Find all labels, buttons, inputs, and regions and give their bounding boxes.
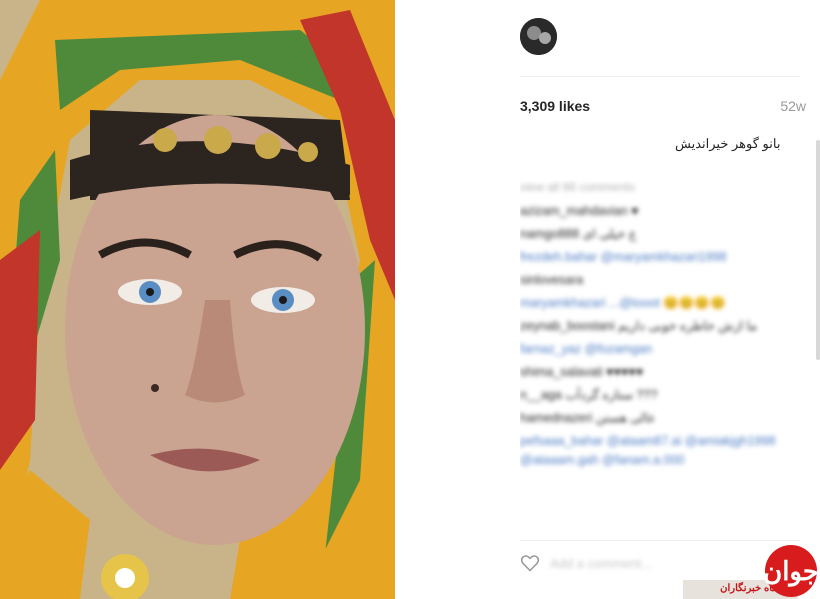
view-all-comments-link[interactable]: view all 86 comments [520,180,790,194]
comment-item: hamednazeri عالی هستن [520,409,790,428]
comment-item: sinlovesara [520,271,790,290]
add-comment-row: Add a comment... [520,553,652,573]
watermark-emblem-text: جوان [763,555,819,586]
likes-count[interactable]: 3,309 likes [520,98,590,114]
watermark-logo: باشگاه خبرنگاران جوان [683,543,820,599]
comment-item: namgo888 ع خیلی ای [520,225,790,244]
comment-text: namgo888 ع خیلی ای [520,227,637,241]
comment-text: zeynab_boostani ما ازش خاطره خوبی داریم [520,319,758,333]
portrait-image [0,0,395,599]
comments-list: view all 86 comments azizam_mahdavian ♥ … [520,180,790,540]
footer-divider [520,540,800,541]
comment-item: frezdeh.bahar @maryamkhazari1998 [520,248,790,267]
comment-item: maryamkhazari ...@tooot 😊😊😊😊 [520,294,790,313]
comment-text[interactable]: frezdeh.bahar @maryamkhazari1998 [520,250,727,264]
avatar[interactable] [520,18,557,55]
comment-text[interactable]: pefsaaa_bahar @ataam87.ai @amiakjgh1998 … [520,434,775,467]
comment-text: azizam_mahdavian ♥ [520,204,639,218]
add-comment-input[interactable]: Add a comment... [550,556,652,571]
comment-item: zeynab_boostani ما ازش خاطره خوبی داریم [520,317,790,336]
comment-item: pefsaaa_bahar @ataam87.ai @amiakjgh1998 … [520,432,790,470]
watermark-emblem: جوان [763,545,819,597]
post-caption: بانو گوهر خیراندیش [675,136,781,151]
comment-text: hamednazeri عالی هستن [520,411,656,425]
post-photo[interactable] [0,0,395,599]
heart-icon[interactable] [520,553,540,573]
header-divider [520,76,800,77]
post-age[interactable]: 52w [780,98,806,114]
comment-text[interactable]: maryamkhazari ...@tooot 😊😊😊😊 [520,296,726,310]
comments-scrollbar[interactable] [816,140,820,360]
comment-item: farnaz_yaz @fozamgan [520,340,790,359]
comment-item: n__aga ستاره گردآب ??? [520,386,790,405]
comment-text[interactable]: farnaz_yaz @fozamgan [520,342,652,356]
comment-text: sinlovesara [520,273,584,287]
comment-item: shima_salavati ♥♥♥♥♥ [520,363,790,382]
comment-item: azizam_mahdavian ♥ [520,202,790,221]
post-detail-panel: 3,309 likes 52w بانو گوهر خیراندیش view … [395,0,820,599]
comment-text: n__aga ستاره گردآب ??? [520,388,658,402]
comment-text: shima_salavati ♥♥♥♥♥ [520,365,644,379]
